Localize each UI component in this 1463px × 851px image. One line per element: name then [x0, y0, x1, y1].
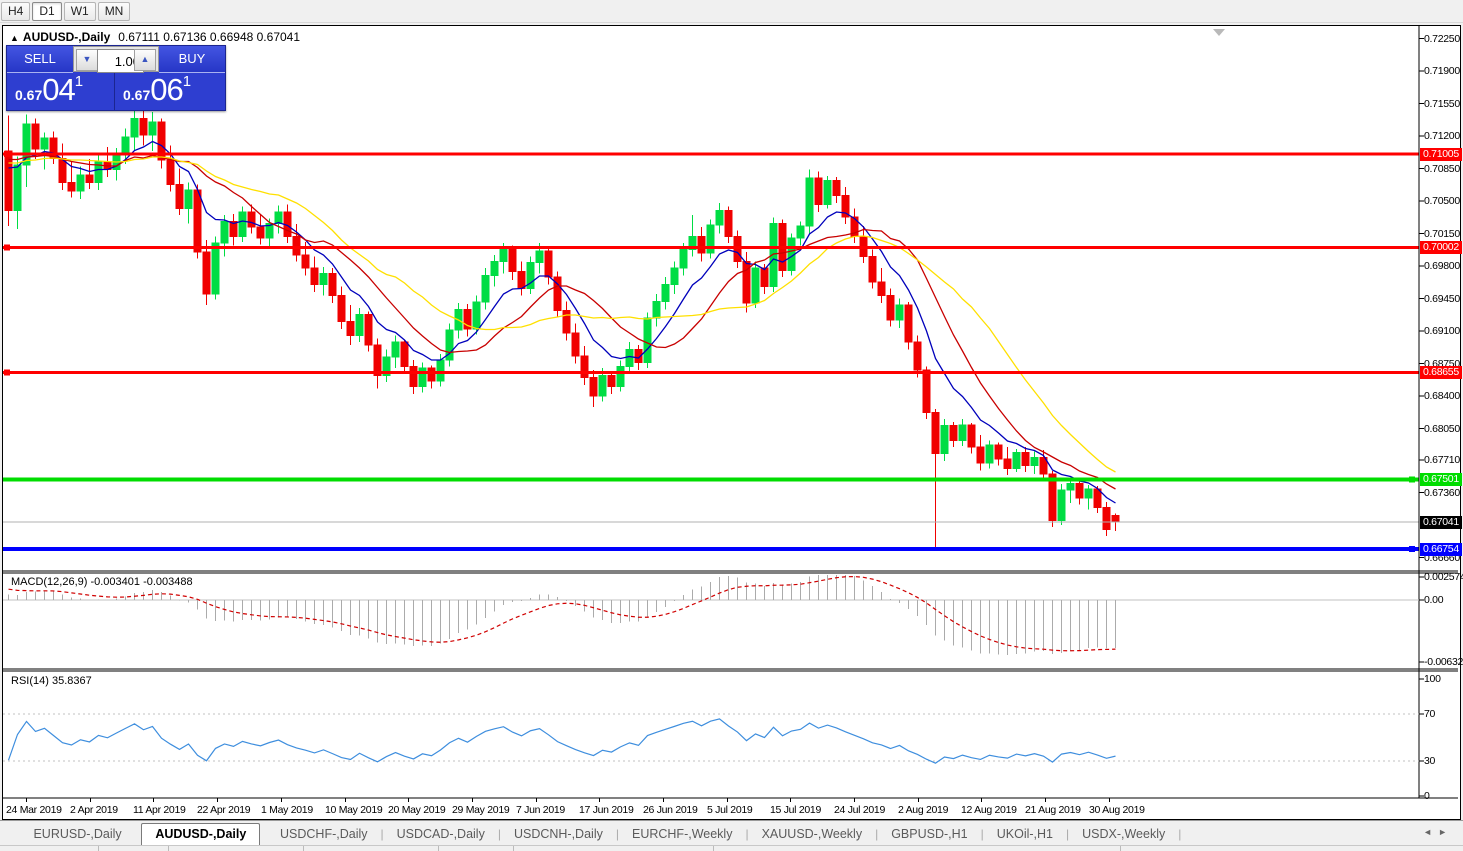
macd-axis-label: 0.00: [1424, 594, 1463, 606]
date-axis-label: 20 May 2019: [388, 804, 458, 816]
line-price-label: 0.71005: [1420, 148, 1462, 161]
price-tick-label: 0.69450: [1424, 293, 1463, 305]
price-tick-label: 0.71550: [1424, 98, 1463, 110]
buy-button[interactable]: BUY: [159, 46, 225, 73]
volume-stepper: ▼ ▲: [73, 46, 159, 72]
price-tick-label: 0.71900: [1424, 65, 1463, 77]
tab-eurchf-weekly[interactable]: EURCHF-,Weekly: [619, 824, 745, 845]
tab-ukoil-h1[interactable]: UKOil-,H1: [984, 824, 1066, 845]
chart-tabs: EURUSD-,Daily AUDUSD-,Daily USDCHF-,Dail…: [20, 825, 1181, 842]
date-axis-label: 26 Jun 2019: [643, 804, 713, 816]
chart-canvas[interactable]: [3, 26, 1458, 817]
date-axis-label: 24 Jul 2019: [834, 804, 904, 816]
rsi-axis-label: 0: [1424, 790, 1463, 802]
tab-usdx-weekly[interactable]: USDX-,Weekly: [1069, 824, 1178, 845]
price-tick-label: 0.70850: [1424, 163, 1463, 175]
sell-button[interactable]: SELL: [7, 46, 73, 73]
volume-decrease-icon[interactable]: ▼: [76, 49, 98, 71]
date-axis-label: 21 Aug 2019: [1025, 804, 1095, 816]
timeframe-button-d1[interactable]: D1: [32, 2, 61, 21]
chart-tab-bar: EURUSD-,Daily AUDUSD-,Daily USDCHF-,Dail…: [0, 820, 1463, 846]
price-tick-label: 0.67360: [1424, 487, 1463, 499]
status-separator: [168, 846, 169, 851]
collapse-triangle-icon[interactable]: ▲: [10, 33, 19, 43]
timeframe-toolbar: H4D1W1MN: [0, 0, 1463, 23]
tab-separator: [135, 827, 142, 841]
tab-usdcnh-daily[interactable]: USDCNH-,Daily: [501, 824, 616, 845]
date-axis-label: 7 Jun 2019: [516, 804, 586, 816]
tab-audusd-daily[interactable]: AUDUSD-,Daily: [141, 823, 260, 846]
timeframe-button-mn[interactable]: MN: [98, 2, 131, 21]
date-axis-label: 11 Apr 2019: [133, 804, 203, 816]
status-separator: [713, 846, 714, 851]
rsi-indicator-label: RSI(14) 35.8367: [11, 675, 92, 687]
bid-price-pip: 1: [75, 73, 83, 90]
bid-price-prefix: 0.67: [15, 87, 42, 103]
date-axis-label: 1 May 2019: [261, 804, 331, 816]
chart-ohlc-values: 0.67111 0.67136 0.66948 0.67041: [118, 30, 300, 44]
price-tick-label: 0.69100: [1424, 325, 1463, 337]
status-strip: [0, 845, 1463, 851]
tab-xauusd-weekly[interactable]: XAUUSD-,Weekly: [749, 824, 875, 845]
current-price-label: 0.67041: [1420, 516, 1462, 529]
date-axis-label: 24 Mar 2019: [6, 804, 76, 816]
date-axis-label: 17 Jun 2019: [579, 804, 649, 816]
price-tick-label: 0.70500: [1424, 195, 1463, 207]
status-separator: [1120, 846, 1121, 851]
tab-gbpusd-h1[interactable]: GBPUSD-,H1: [878, 824, 980, 845]
date-axis-label: 22 Apr 2019: [197, 804, 267, 816]
ask-price-button[interactable]: 0.67061: [115, 73, 225, 110]
bid-price-big: 04: [42, 72, 74, 107]
tab-scroll-left-icon[interactable]: ◄: [1423, 827, 1438, 837]
tab-scroll-arrows[interactable]: ◄►: [1423, 827, 1453, 837]
tab-eurusd-daily[interactable]: EURUSD-,Daily: [20, 824, 134, 845]
macd-indicator-label: MACD(12,26,9) -0.003401 -0.003488: [11, 576, 193, 588]
chart-title: ▲ AUDUSD-,Daily 0.67111 0.67136 0.66948 0.…: [10, 30, 300, 44]
tab-scroll-right-icon[interactable]: ►: [1438, 827, 1453, 837]
date-axis-label: 30 Aug 2019: [1089, 804, 1159, 816]
rsi-axis-label: 70: [1424, 708, 1463, 720]
status-separator: [98, 846, 99, 851]
date-axis-label: 12 Aug 2019: [961, 804, 1031, 816]
tab-separator: [260, 827, 267, 841]
line-price-label: 0.68655: [1420, 366, 1462, 379]
tab-usdchf-daily[interactable]: USDCHF-,Daily: [267, 824, 381, 845]
ask-price-prefix: 0.67: [123, 87, 150, 103]
timeframe-button-h4[interactable]: H4: [1, 2, 30, 21]
price-tick-label: 0.68050: [1424, 423, 1463, 435]
status-separator: [513, 846, 514, 851]
one-click-trade-panel: SELL ▼ ▲ BUY 0.67041 0.67061: [6, 45, 226, 111]
price-tick-label: 0.72250: [1424, 33, 1463, 45]
volume-increase-icon[interactable]: ▲: [134, 49, 156, 71]
ask-price-pip: 1: [183, 73, 191, 90]
price-tick-label: 0.71200: [1424, 130, 1463, 142]
ask-price-big: 06: [150, 72, 182, 107]
status-separator: [438, 846, 439, 851]
rsi-axis-label: 100: [1424, 673, 1463, 685]
timeframe-button-w1[interactable]: W1: [64, 2, 96, 21]
line-price-label: 0.66754: [1420, 543, 1462, 556]
rsi-axis-label: 30: [1424, 755, 1463, 767]
line-price-label: 0.70002: [1420, 241, 1462, 254]
line-price-label: 0.67501: [1420, 473, 1462, 486]
date-axis-label: 2 Apr 2019: [70, 804, 140, 816]
bid-price-button[interactable]: 0.67041: [7, 73, 115, 110]
price-tick-label: 0.69800: [1424, 260, 1463, 272]
chart-window: ▲ AUDUSD-,Daily 0.67111 0.67136 0.66948 0.…: [2, 25, 1461, 820]
status-separator: [303, 846, 304, 851]
date-axis-label: 5 Jul 2019: [707, 804, 777, 816]
date-axis-label: 29 May 2019: [452, 804, 522, 816]
price-tick-label: 0.67710: [1424, 454, 1463, 466]
macd-axis-label: -0.006326: [1424, 656, 1463, 668]
macd-axis-label: 0.002574: [1424, 571, 1463, 583]
tab-usdcad-daily[interactable]: USDCAD-,Daily: [384, 824, 498, 845]
tab-separator: |: [1178, 827, 1181, 841]
price-tick-label: 0.70150: [1424, 228, 1463, 240]
price-tick-label: 0.68400: [1424, 390, 1463, 402]
chart-symbol-label: AUDUSD-,Daily: [23, 30, 110, 44]
scroll-to-end-icon[interactable]: [1213, 29, 1225, 36]
date-axis-label: 15 Jul 2019: [770, 804, 840, 816]
date-axis-label: 2 Aug 2019: [898, 804, 968, 816]
date-axis-label: 10 May 2019: [325, 804, 395, 816]
